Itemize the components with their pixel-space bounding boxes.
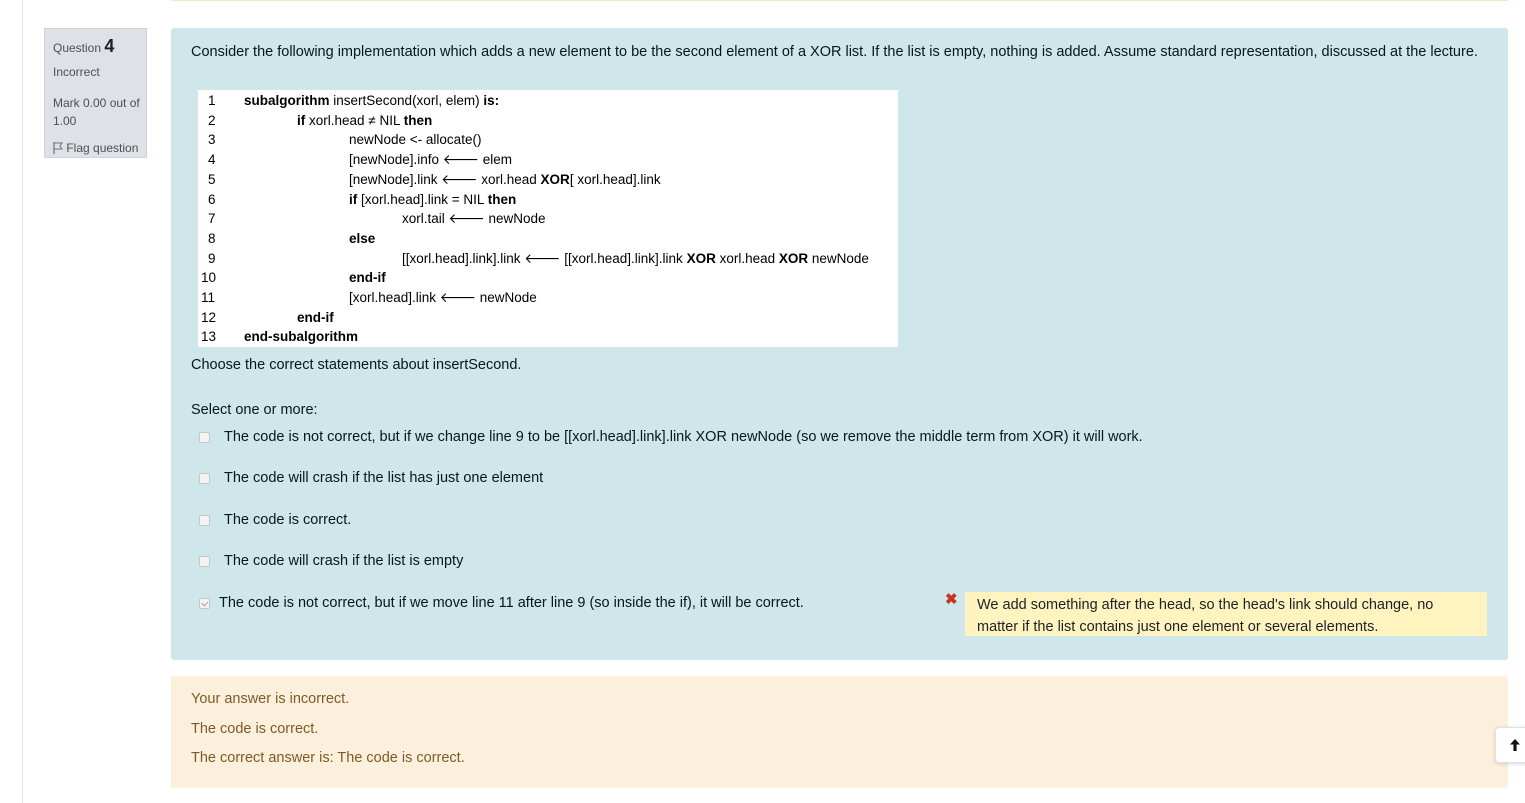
select-instruction: Select one or more:	[191, 402, 318, 418]
code-line-text: else	[349, 230, 376, 246]
option-2-checkbox[interactable]	[199, 472, 210, 484]
option-3-label[interactable]: The code is correct.	[224, 512, 351, 528]
correct-answer: The correct answer is: The code is corre…	[191, 750, 465, 766]
code-line-text: xorl.tail 🡐 newNode	[402, 211, 546, 227]
question-label: Question	[53, 41, 102, 55]
question-formulation: Consider the following implementation wh…	[171, 28, 1508, 660]
code-line-number: 7	[208, 211, 216, 227]
outcome-result: Your answer is incorrect.	[191, 691, 350, 707]
arrow-up-icon	[1510, 739, 1520, 751]
code-line-number: 5	[208, 171, 216, 187]
incorrect-icon: ✖	[945, 591, 958, 608]
answer-option-4[interactable]: The code will crash if the list is empty	[199, 553, 463, 569]
question-text: Consider the following implementation wh…	[191, 44, 1478, 60]
code-line-text: newNode <- allocate()	[349, 132, 482, 148]
question-number-value: 4	[104, 36, 115, 56]
code-line-number: 1	[208, 93, 216, 108]
option-4-label[interactable]: The code will crash if the list is empty	[224, 553, 463, 569]
code-image: 1 subalgorithm insertSecond(xorl, elem) i…	[198, 90, 898, 347]
option-4-checkbox[interactable]	[199, 555, 210, 567]
option-5-label[interactable]: The code is not correct, but if we move …	[219, 595, 804, 611]
answer-option-2[interactable]: The code will crash if the list has just…	[199, 470, 543, 486]
question-state: Incorrect	[53, 65, 100, 79]
flag-question-label: Flag question	[66, 141, 139, 155]
code-line-number: 13	[201, 329, 217, 345]
code-line-number: 12	[201, 309, 217, 325]
option-1-checkbox[interactable]	[199, 431, 210, 443]
option-3-checkbox[interactable]	[199, 514, 210, 526]
code-line-number: 4	[208, 152, 216, 168]
question-outcome: Your answer is incorrect. The code is co…	[171, 676, 1508, 788]
code-line-number: 8	[208, 230, 216, 246]
question-grade: Mark 0.00 out of 1.00	[53, 96, 140, 128]
code-line-text: [newNode].link 🡐 xorl.head XOR[ xorl.hea…	[349, 171, 661, 187]
outcome-feedback: The code is correct.	[191, 721, 319, 737]
option-2-label[interactable]: The code will crash if the list has just…	[224, 470, 543, 486]
code-line-text: end-subalgorithm	[244, 329, 358, 345]
question-number: Question 4	[53, 37, 146, 57]
code-line-text: [[xorl.head].link].link 🡐 [[xorl.head].l…	[402, 250, 869, 266]
option-1-label[interactable]: The code is not correct, but if we chang…	[224, 429, 1143, 445]
code-line-number: 3	[208, 132, 216, 148]
code-line-text: end-if	[297, 309, 334, 325]
specific-feedback: We add something after the head, so the …	[965, 592, 1487, 636]
flag-icon	[53, 142, 63, 154]
code-line-number: 2	[208, 112, 216, 128]
code-line-text: if [xorl.head].link = NIL then	[349, 191, 517, 207]
option-5-checkbox[interactable]	[199, 597, 210, 609]
code-line-number: 10	[201, 270, 217, 286]
answer-option-5[interactable]: The code is not correct, but if we move …	[199, 595, 804, 611]
question-prompt: Choose the correct statements about inse…	[191, 357, 522, 373]
code-line-number: 9	[208, 250, 216, 266]
page-left-border	[22, 0, 23, 803]
code-line-number: 11	[201, 290, 216, 305]
code-line-text: [newNode].info 🡐 elem	[349, 152, 513, 168]
question-info-panel: Question 4 Incorrect Mark 0.00 out of 1.…	[44, 28, 147, 158]
answer-option-1[interactable]: The code is not correct, but if we chang…	[199, 429, 1143, 445]
flag-question-link[interactable]: Flag question	[53, 141, 146, 155]
answer-option-3[interactable]: The code is correct.	[199, 512, 351, 528]
previous-question-border	[171, 0, 1508, 1]
code-line-text: end-if	[349, 270, 386, 286]
code-line-text: subalgorithm insertSecond(xorl, elem) is…	[244, 93, 500, 108]
back-to-top-button[interactable]	[1495, 727, 1525, 763]
code-line-text: if xorl.head ≠ NIL then	[297, 112, 433, 128]
code-line-number: 6	[208, 191, 216, 207]
code-line-text: [xorl.head].link 🡐 newNode	[349, 290, 537, 305]
